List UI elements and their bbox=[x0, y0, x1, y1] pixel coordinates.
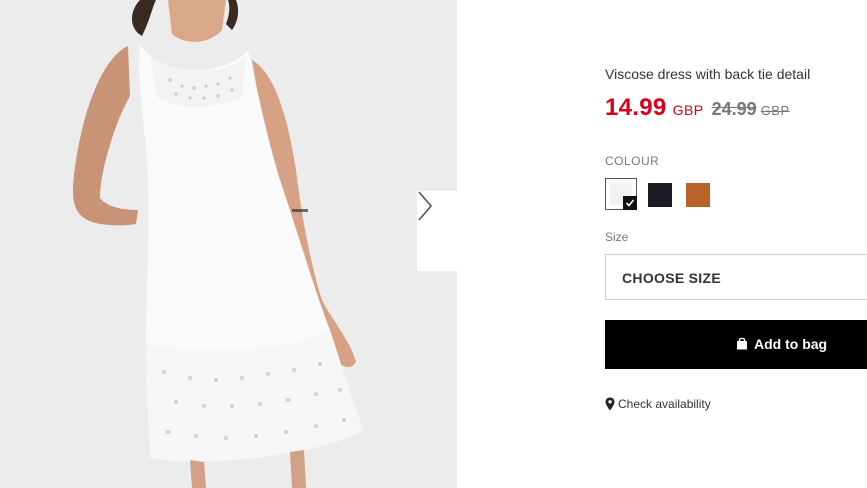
colour-swatch-black[interactable] bbox=[648, 183, 672, 207]
size-select[interactable]: CHOOSE SIZE bbox=[605, 254, 867, 300]
location-pin-icon bbox=[605, 397, 615, 411]
chevron-right-icon bbox=[418, 191, 433, 221]
current-price-currency: GBP bbox=[672, 102, 704, 118]
add-to-bag-label: Add to bag bbox=[754, 336, 828, 352]
check-availability-link[interactable]: Check availability bbox=[605, 395, 711, 413]
product-info-panel: Viscose dress with back tie detail 14.99… bbox=[605, 0, 867, 488]
size-select-placeholder: CHOOSE SIZE bbox=[622, 270, 721, 286]
gallery-next-button[interactable] bbox=[417, 191, 457, 271]
product-image-gallery bbox=[0, 0, 457, 488]
check-availability-label: Check availability bbox=[618, 396, 711, 411]
colour-label: COLOUR bbox=[605, 154, 660, 168]
size-label: Size bbox=[605, 230, 629, 244]
original-price-value: 24.99 bbox=[711, 99, 757, 119]
original-price-currency: GBP bbox=[760, 103, 790, 118]
product-photo bbox=[0, 0, 457, 488]
shopping-bag-icon bbox=[737, 337, 747, 350]
current-price: 14.99 bbox=[605, 94, 667, 121]
colour-swatch-brown[interactable] bbox=[686, 183, 710, 207]
original-price: 24.99 GBP bbox=[711, 99, 790, 119]
product-title: Viscose dress with back tie detail bbox=[605, 66, 811, 82]
price-block: 14.99 GBP 24.99 GBP bbox=[605, 94, 790, 122]
add-to-bag-button[interactable]: Add to bag bbox=[605, 320, 867, 369]
checkmark-icon bbox=[623, 196, 637, 210]
colour-swatch-white[interactable] bbox=[605, 178, 637, 210]
